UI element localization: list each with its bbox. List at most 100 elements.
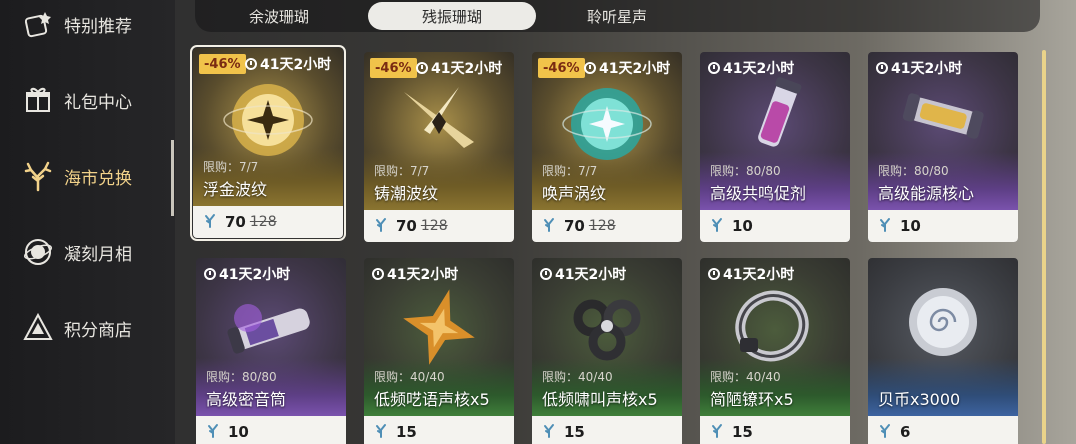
gift-icon (22, 84, 54, 116)
price: 10 (732, 217, 753, 235)
item-name: 贝币x3000 (878, 390, 961, 409)
price-bar: 10 (196, 416, 346, 444)
clock-icon (540, 268, 552, 280)
sidebar-item-featured[interactable]: 特别推荐 (0, 0, 175, 54)
price-bar: 10 (868, 210, 1018, 242)
sidebar-item-label: 海市兑换 (64, 168, 132, 189)
item-name: 高级共鸣促剂 (710, 184, 807, 203)
triangle-emblem-icon (22, 312, 54, 344)
sidebar: 特别推荐 礼包中心 海市兑换 凝刻月相 积分商店 (0, 0, 175, 444)
coral-icon (22, 160, 54, 192)
clock-icon (204, 268, 216, 280)
shop-card[interactable]: 41天2小时 限购：40/40 低频啸叫声核x5 15 (532, 258, 682, 444)
clock-icon (416, 62, 428, 74)
item-name: 低频呓语声核x5 (374, 390, 490, 409)
purchase-limit: 限购：80/80 (878, 164, 949, 178)
price: 10 (900, 217, 921, 235)
purchase-limit: 限购：40/40 (542, 370, 613, 384)
clock-icon (372, 268, 384, 280)
item-name: 浮金波纹 (203, 180, 268, 199)
sidebar-item-label: 特别推荐 (64, 16, 132, 37)
timer: 41天2小时 (876, 58, 962, 78)
discount-badge: -46% (538, 58, 585, 78)
timer: 41天2小时 (708, 264, 794, 284)
purchase-limit: 限购：7/7 (374, 164, 430, 178)
sidebar-item-label: 凝刻月相 (64, 244, 132, 265)
clock-icon (708, 268, 720, 280)
tab-bar: 余波珊瑚 残振珊瑚 聆听星声 (195, 0, 1040, 32)
price-bar: 15 (532, 416, 682, 444)
timer: 41天2小时 (584, 58, 670, 78)
coral-currency-icon (878, 216, 892, 236)
price-bar: 15 (700, 416, 850, 444)
coral-currency-icon (374, 216, 388, 236)
clock-icon (708, 62, 720, 74)
purchase-limit: 限购：80/80 (206, 370, 277, 384)
scrollbar[interactable] (1042, 50, 1046, 444)
timer: 41天2小时 (708, 58, 794, 78)
price-bar: 70 128 (532, 210, 682, 242)
price-bar: 70 128 (364, 210, 514, 242)
timer: 41天2小时 (540, 264, 626, 284)
purchase-limit: 限购：7/7 (203, 160, 259, 174)
item-name: 低频啸叫声核x5 (542, 390, 658, 409)
coral-currency-icon (878, 422, 892, 442)
purchase-limit: 限购：80/80 (710, 164, 781, 178)
timer: 41天2小时 (372, 264, 458, 284)
clock-icon (584, 62, 596, 74)
shop-card[interactable]: 41天2小时 限购：40/40 简陋镣环x5 15 (700, 258, 850, 444)
coral-currency-icon (203, 212, 217, 232)
coral-currency-icon (206, 422, 220, 442)
price: 6 (900, 423, 911, 441)
item-name: 铸潮波纹 (374, 184, 439, 203)
star-box-icon (22, 8, 54, 40)
price: 15 (396, 423, 417, 441)
coral-currency-icon (710, 216, 724, 236)
original-price: 128 (249, 214, 277, 230)
coral-currency-icon (374, 422, 388, 442)
sidebar-item-moon-phase[interactable]: 凝刻月相 (0, 222, 175, 282)
discount-badge: -46% (370, 58, 417, 78)
timer: 41天2小时 (416, 58, 502, 78)
price-bar: 70 128 (193, 206, 343, 238)
price: 15 (732, 423, 753, 441)
tab-listen-star-sound[interactable]: 聆听星声 (533, 2, 701, 30)
sidebar-item-label: 积分商店 (64, 320, 132, 341)
price-bar: 10 (700, 210, 850, 242)
purchase-limit: 限购：7/7 (542, 164, 598, 178)
price: 15 (564, 423, 585, 441)
discount-badge: -46% (199, 54, 246, 74)
price-bar: 15 (364, 416, 514, 444)
coral-currency-icon (710, 422, 724, 442)
shop-card[interactable]: -46% 41天2小时 限购：7/7 浮金波纹 70 128 (190, 45, 346, 241)
price: 10 (228, 423, 249, 441)
sidebar-item-sea-market-exchange[interactable]: 海市兑换 (0, 146, 175, 206)
coral-currency-icon (542, 216, 556, 236)
shop-card[interactable]: 41天2小时 限购：80/80 高级能源核心 10 (868, 52, 1018, 242)
moon-orb-icon (22, 236, 54, 268)
shop-card[interactable]: 贝币x3000 6 (868, 258, 1018, 444)
sidebar-item-gift-center[interactable]: 礼包中心 (0, 70, 175, 130)
tab-residual-coral[interactable]: 残振珊瑚 (368, 2, 536, 30)
coral-currency-icon (542, 422, 556, 442)
item-name: 简陋镣环x5 (710, 390, 794, 409)
timer: 41天2小时 (204, 264, 290, 284)
price: 70 (564, 217, 585, 235)
shop-card[interactable]: -46% 41天2小时 限购：7/7 唤声涡纹 70 128 (532, 52, 682, 242)
shop-card[interactable]: 41天2小时 限购：40/40 低频呓语声核x5 15 (364, 258, 514, 444)
item-name: 唤声涡纹 (542, 184, 607, 203)
shop-card[interactable]: -46% 41天2小时 限购：7/7 铸潮波纹 70 128 (364, 52, 514, 242)
price: 70 (225, 213, 246, 231)
shop-card[interactable]: 41天2小时 限购：80/80 高级密音筒 10 (196, 258, 346, 444)
clock-icon (876, 62, 888, 74)
sidebar-item-points-shop[interactable]: 积分商店 (0, 298, 175, 358)
clock-icon (245, 58, 257, 70)
price-bar: 6 (868, 416, 1018, 444)
price: 70 (396, 217, 417, 235)
active-indicator (171, 140, 174, 216)
tab-aftershock-coral[interactable]: 余波珊瑚 (195, 2, 363, 30)
original-price: 128 (588, 218, 616, 234)
shop-card[interactable]: 41天2小时 限购：80/80 高级共鸣促剂 10 (700, 52, 850, 242)
timer: 41天2小时 (245, 54, 331, 74)
item-name: 高级密音筒 (206, 390, 287, 409)
